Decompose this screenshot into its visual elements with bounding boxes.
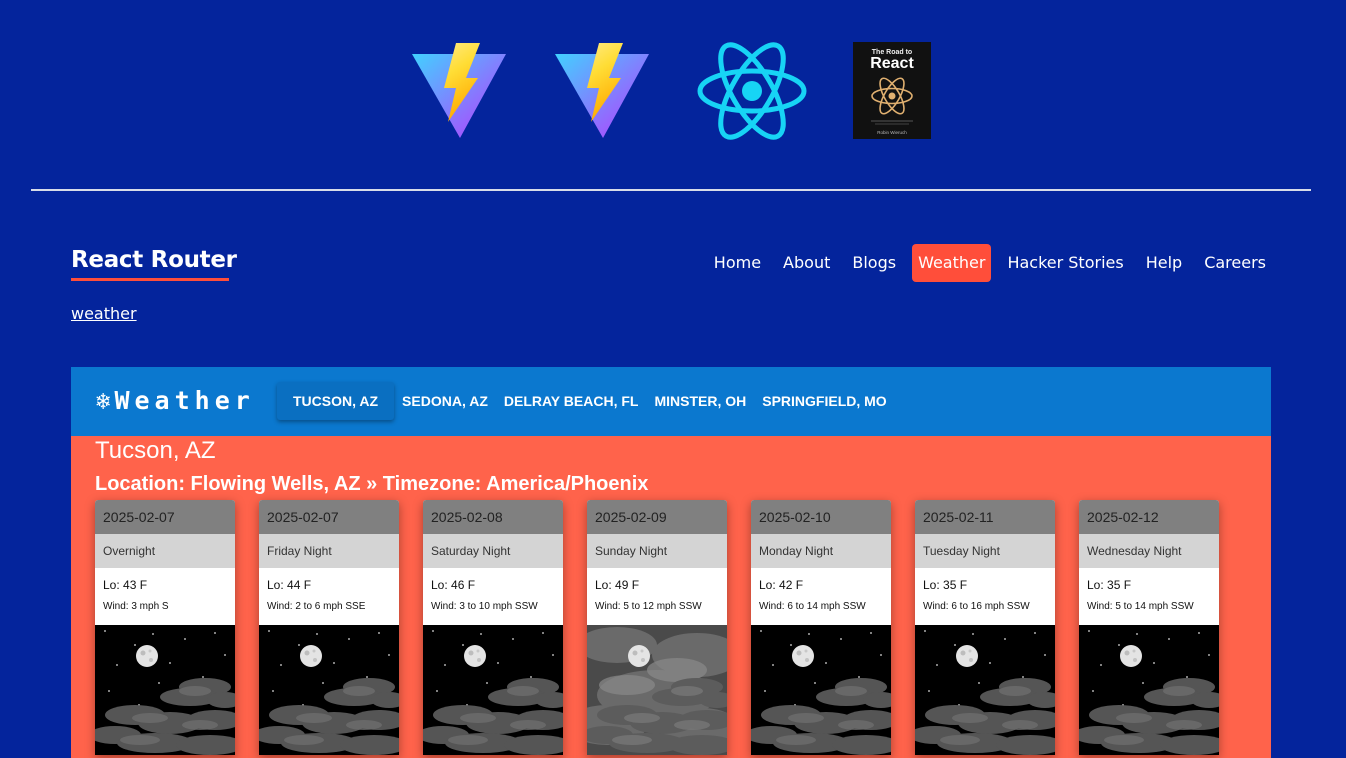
forecast-wind: Wind: 3 mph S (103, 601, 169, 612)
forecast-wind: Wind: 6 to 14 mph SSW (759, 601, 866, 612)
weather-title-text: Weather (114, 386, 255, 415)
forecast-body: Lo: 43 F Wind: 3 mph S (95, 568, 235, 625)
forecast-low: Lo: 42 F (759, 578, 804, 592)
forecast-cards: 2025-02-07 Overnight Lo: 43 F Wind: 3 mph S… (95, 500, 1243, 755)
forecast-period: Tuesday Night (915, 534, 1055, 568)
tab-tucson[interactable]: TUCSON, AZ (277, 382, 395, 420)
nav-item-blogs[interactable]: Blogs (846, 244, 902, 282)
forecast-date: 2025-02-09 (587, 500, 727, 534)
tab-minster[interactable]: MINSTER, OH (646, 382, 754, 420)
tab-sedona[interactable]: SEDONA, AZ (394, 382, 496, 420)
forecast-date: 2025-02-11 (915, 500, 1055, 534)
forecast-card: 2025-02-08 Saturday Night Lo: 46 F Wind: 3 … (423, 500, 563, 755)
forecast-wind: Wind: 5 to 12 mph SSW (595, 601, 702, 612)
forecast-date: 2025-02-10 (751, 500, 891, 534)
breadcrumb-link[interactable]: weather (71, 304, 137, 323)
forecast-body: Lo: 35 F Wind: 6 to 16 mph SSW (915, 568, 1055, 625)
weather-panel: ❄ Weather TUCSON, AZ SEDONA, AZ DELRAY BE… (71, 367, 1271, 758)
forecast-period: Saturday Night (423, 534, 563, 568)
night-clear-icon (751, 625, 891, 755)
forecast-body: Lo: 44 F Wind: 2 to 6 mph SSE (259, 568, 399, 625)
night-clear-icon (1079, 625, 1219, 755)
nav-item-weather[interactable]: Weather (912, 244, 992, 282)
forecast-body: Lo: 46 F Wind: 3 to 10 mph SSW (423, 568, 563, 625)
forecast-card: 2025-02-07 Overnight Lo: 43 F Wind: 3 mph S (95, 500, 235, 755)
city-tabs: TUCSON, AZ SEDONA, AZ DELRAY BEACH, FL M… (277, 382, 895, 420)
night-clear-icon (423, 625, 563, 755)
svg-text:React: React (870, 55, 914, 72)
main-nav: Home About Blogs Weather Hacker Stories … (698, 244, 1272, 282)
forecast-low: Lo: 46 F (431, 578, 476, 592)
forecast-date: 2025-02-07 (95, 500, 235, 534)
forecast-low: Lo: 43 F (103, 578, 148, 592)
forecast-period: Friday Night (259, 534, 399, 568)
forecast-low: Lo: 35 F (1087, 578, 1132, 592)
forecast-date: 2025-02-12 (1079, 500, 1219, 534)
snowflake-icon: ❄ (96, 387, 111, 415)
nav-item-careers[interactable]: Careers (1198, 244, 1272, 282)
nav-item-hacker-stories[interactable]: Hacker Stories (1001, 244, 1129, 282)
forecast-card: 2025-02-09 Sunday Night Lo: 49 F Wind: 5 to… (587, 500, 727, 755)
react-logo-icon[interactable] (697, 42, 807, 140)
forecast-wind: Wind: 2 to 6 mph SSE (267, 601, 366, 612)
forecast-body: Lo: 42 F Wind: 6 to 14 mph SSW (751, 568, 891, 625)
forecast-low: Lo: 44 F (267, 578, 312, 592)
brand-underline (71, 278, 229, 281)
location-line: Location: Flowing Wells, AZ » Timezone: … (95, 473, 649, 495)
nav-item-help[interactable]: Help (1140, 244, 1188, 282)
forecast-card: 2025-02-07 Friday Night Lo: 44 F Wind: 2 to… (259, 500, 399, 755)
city-heading: Tucson, AZ (95, 437, 216, 464)
forecast-period: Wednesday Night (1079, 534, 1219, 568)
forecast-card: 2025-02-12 Wednesday Night Lo: 35 F Wind: 5… (1079, 500, 1219, 755)
forecast-date: 2025-02-07 (259, 500, 399, 534)
weather-appbar: ❄ Weather TUCSON, AZ SEDONA, AZ DELRAY BE… (71, 367, 1271, 436)
brand-title[interactable]: React Router (71, 247, 237, 273)
forecast-wind: Wind: 3 to 10 mph SSW (431, 601, 538, 612)
vite-logo-icon[interactable] (553, 42, 651, 140)
forecast-low: Lo: 35 F (923, 578, 968, 592)
forecast-period: Sunday Night (587, 534, 727, 568)
night-cloudy-icon (587, 625, 727, 755)
forecast-body: Lo: 35 F Wind: 5 to 14 mph SSW (1079, 568, 1219, 625)
divider (31, 189, 1311, 191)
forecast-card: 2025-02-11 Tuesday Night Lo: 35 F Wind: 6 t… (915, 500, 1055, 755)
forecast-period: Monday Night (751, 534, 891, 568)
night-clear-icon (95, 625, 235, 755)
vite-logo-icon[interactable] (410, 42, 508, 140)
forecast-low: Lo: 49 F (595, 578, 640, 592)
forecast-wind: Wind: 6 to 16 mph SSW (923, 601, 1030, 612)
forecast-period: Overnight (95, 534, 235, 568)
night-clear-icon (915, 625, 1055, 755)
nav-item-home[interactable]: Home (708, 244, 767, 282)
weather-title: ❄ Weather (96, 386, 255, 415)
svg-text:Robin Wieruch: Robin Wieruch (877, 130, 907, 135)
night-clear-icon (259, 625, 399, 755)
road-to-react-book-icon[interactable]: The Road to React Robin Wieruch (853, 42, 931, 139)
forecast-date: 2025-02-08 (423, 500, 563, 534)
forecast-body: Lo: 49 F Wind: 5 to 12 mph SSW (587, 568, 727, 625)
forecast-card: 2025-02-10 Monday Night Lo: 42 F Wind: 6 to… (751, 500, 891, 755)
tab-springfield[interactable]: SPRINGFIELD, MO (754, 382, 894, 420)
logo-row: The Road to React Robin Wieruch (0, 42, 1346, 140)
tab-delray-beach[interactable]: DELRAY BEACH, FL (496, 382, 647, 420)
forecast-wind: Wind: 5 to 14 mph SSW (1087, 601, 1194, 612)
nav-item-about[interactable]: About (777, 244, 836, 282)
